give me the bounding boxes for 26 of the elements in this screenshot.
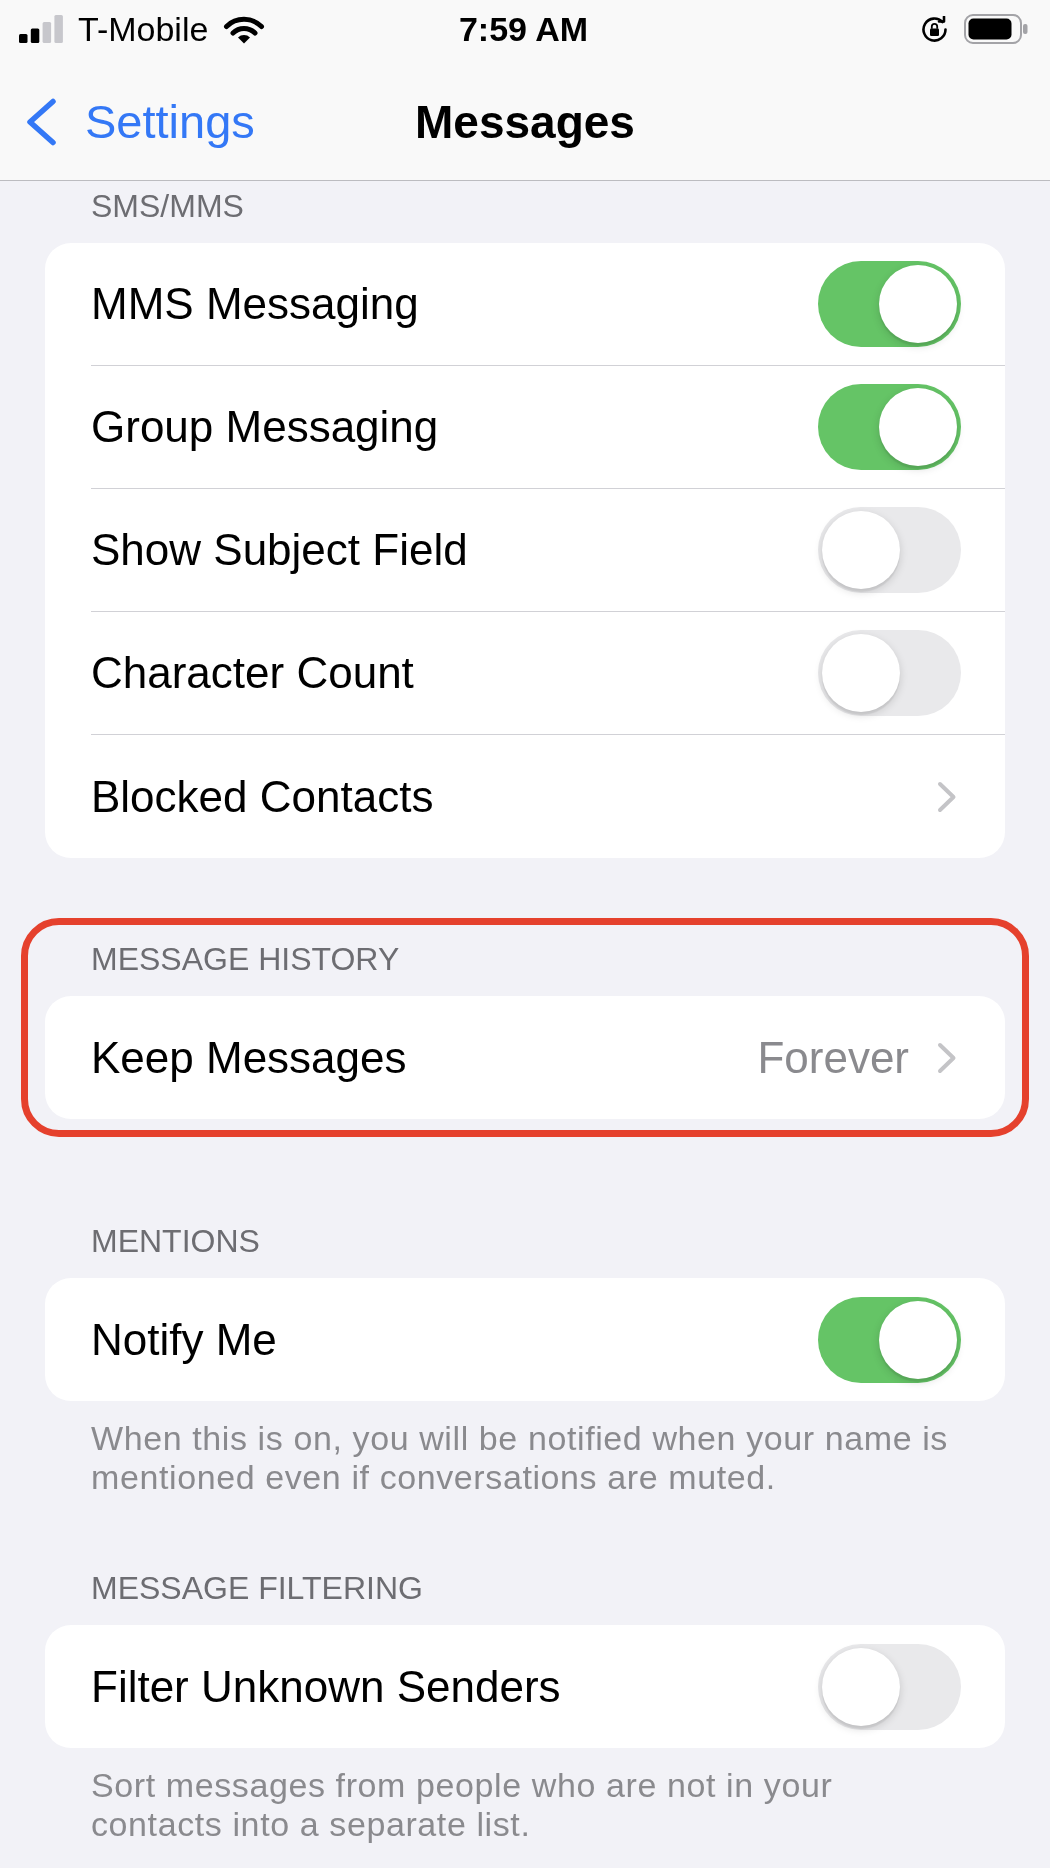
row-label: MMS Messaging bbox=[91, 278, 419, 330]
row-label: Group Messaging bbox=[91, 401, 439, 453]
section-header: MENTIONS bbox=[91, 1223, 260, 1259]
status-time: 7:59 AM bbox=[458, 9, 589, 49]
row-label: Character Count bbox=[91, 647, 414, 699]
section-footer: When this is on, you will be notified when your name is mentioned even if conversations are muted. bbox=[45, 1419, 1005, 1497]
wifi-icon bbox=[223, 14, 266, 44]
section-header: SMS/MMS bbox=[91, 188, 244, 224]
section-header: MESSAGE FILTERING bbox=[91, 1570, 423, 1606]
row-label: Show Subject Field bbox=[91, 524, 468, 576]
section-header: MESSAGE HISTORY bbox=[91, 941, 400, 977]
chevron-right-icon[interactable] bbox=[937, 1041, 957, 1074]
row-value: Forever bbox=[757, 1031, 909, 1084]
row-label: Notify Me bbox=[91, 1313, 277, 1366]
battery-icon bbox=[964, 14, 1028, 44]
section-footer: Sort messages from people who are not in your contacts into a separate list. bbox=[45, 1766, 1005, 1844]
back-button[interactable]: Settings bbox=[26, 94, 255, 150]
rotation-lock-icon bbox=[921, 15, 948, 43]
carrier-name: T-Mobile bbox=[78, 9, 209, 49]
back-chevron-icon bbox=[26, 98, 57, 146]
chevron-right-icon[interactable] bbox=[937, 780, 957, 813]
page-title: Messages bbox=[415, 95, 635, 150]
row-label: Filter Unknown Senders bbox=[91, 1660, 561, 1713]
row-label: Blocked Contacts bbox=[91, 770, 434, 823]
row-label: Keep Messages bbox=[91, 1031, 407, 1084]
signal-bars-icon bbox=[19, 15, 63, 43]
